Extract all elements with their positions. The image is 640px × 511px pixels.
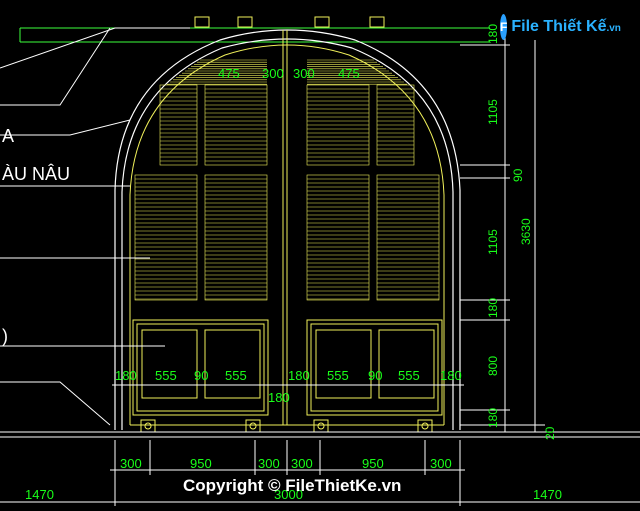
cad-drawing-canvas: A ÀU NÂU ) 475 300 300 475 180 1105 90 1… (0, 0, 640, 511)
filethietke-logo: F File Thiết Kế.vn (500, 12, 621, 42)
dim-panel-180-right: 180 (440, 368, 462, 383)
logo-tld: .vn (606, 23, 621, 34)
logo-text: File Thiết Kế.vn (511, 18, 621, 36)
louver-block (204, 174, 268, 301)
dim-v-90: 90 (511, 168, 525, 182)
dim-top-300-left: 300 (262, 66, 284, 81)
dim-v-3630-total: 3630 (519, 218, 533, 245)
dim-panel-555-3: 555 (327, 368, 349, 383)
dim-panel-555-2: 555 (225, 368, 247, 383)
dim-panel-180-center: 180 (288, 368, 310, 383)
dim-v-20-floor: 20 (543, 426, 557, 440)
louver-block (134, 174, 198, 301)
dim-bottom-300-4: 300 (430, 456, 452, 471)
dim-v-1105-louver: 1105 (486, 229, 500, 255)
dim-v-180-top: 180 (486, 24, 500, 44)
dim-center-180-below: 180 (268, 390, 290, 405)
label-paren: ) (2, 326, 8, 346)
dim-panel-555-1: 555 (155, 368, 177, 383)
dim-panel-555-4: 555 (398, 368, 420, 383)
dim-side-left-1470: 1470 (25, 487, 54, 502)
dim-top-300-right: 300 (293, 66, 315, 81)
dim-bottom-950-1: 950 (190, 456, 212, 471)
door-elevation-drawing: A ÀU NÂU ) 475 300 300 475 180 1105 90 1… (0, 16, 640, 506)
label-a: A (2, 126, 14, 146)
dim-v-180-bottom: 180 (486, 408, 500, 428)
dim-bottom-300-2: 300 (258, 456, 280, 471)
louver-block (306, 174, 370, 301)
dim-bottom-300-3: 300 (291, 456, 313, 471)
dim-top-475-right: 475 (338, 66, 360, 81)
dim-top-475-left: 475 (218, 66, 240, 81)
beam-hinges (194, 16, 385, 28)
dim-panel-90-1: 90 (194, 368, 208, 383)
copyright-watermark: Copyright © FileThietKe.vn (183, 476, 401, 495)
dim-panel-180-left: 180 (115, 368, 137, 383)
logo-mark-icon: F (500, 14, 508, 40)
top-beam (19, 27, 490, 43)
annotation-leaders (0, 27, 190, 426)
dim-v-1105-arch: 1105 (486, 99, 500, 125)
label-nau: ÀU NÂU (2, 164, 70, 184)
logo-name: File Thiết Kế (511, 18, 607, 35)
dim-bottom-950-2: 950 (362, 456, 384, 471)
dim-v-180-rail: 180 (486, 298, 500, 318)
louver-block (376, 174, 440, 301)
dim-panel-90-2: 90 (368, 368, 382, 383)
dim-v-800-panel: 800 (486, 356, 500, 376)
dim-bottom-300-1: 300 (120, 456, 142, 471)
dim-side-right-1470: 1470 (533, 487, 562, 502)
